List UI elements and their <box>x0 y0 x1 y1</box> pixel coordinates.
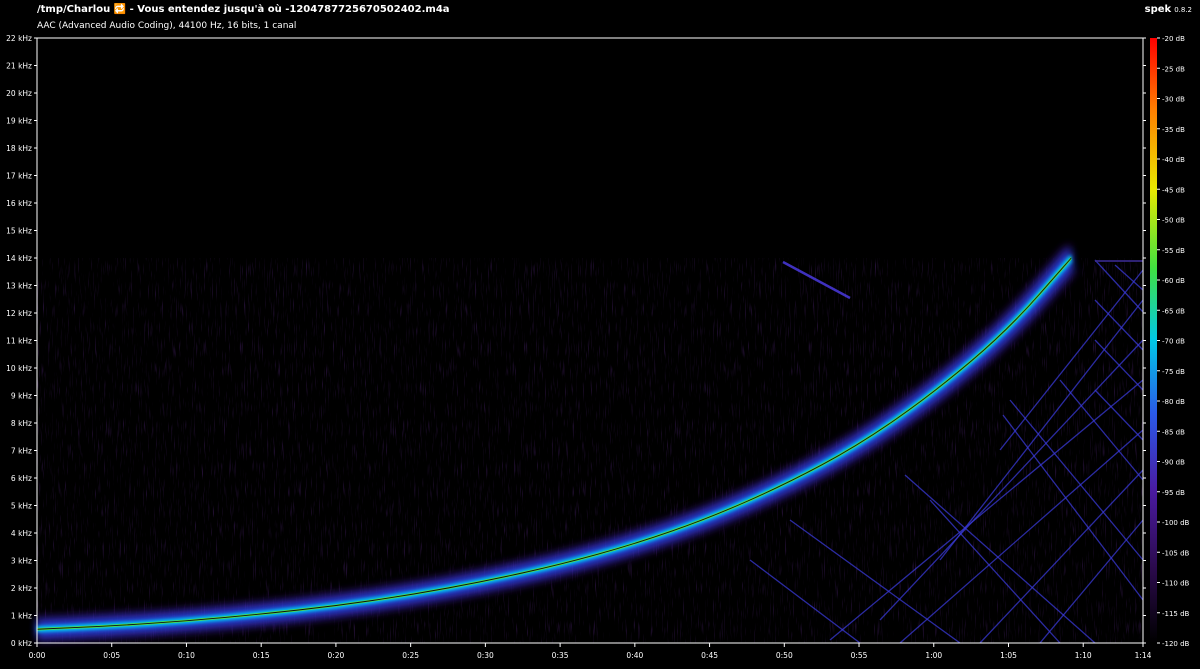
colorbar-tick-label: -75 dB <box>1162 368 1185 376</box>
x-tick-label: 1:00 <box>925 651 942 660</box>
y-tick-label: 19 kHz <box>6 117 32 126</box>
y-tick-label: 0 kHz <box>11 639 32 648</box>
colorbar-tick-label: -120 dB <box>1162 640 1190 648</box>
y-tick-label: 13 kHz <box>6 282 32 291</box>
colorbar: -20 dB -25 dB -30 dB -35 dB -40 dB -45 dB -50 … <box>1150 35 1190 648</box>
x-tick-label: 0:20 <box>327 651 344 660</box>
colorbar-tick-label: -65 dB <box>1162 307 1185 315</box>
plot-area <box>36 38 1144 644</box>
x-tick-label: 1:05 <box>1000 651 1017 660</box>
x-tick-label: 0:15 <box>253 651 270 660</box>
colorbar-tick-label: -70 dB <box>1162 338 1185 346</box>
colorbar-tick-label: -50 dB <box>1162 217 1185 225</box>
colorbar-tick-label: -85 dB <box>1162 428 1185 436</box>
y-tick-label: 14 kHz <box>6 254 32 263</box>
x-tick-label: 0:45 <box>701 651 718 660</box>
y-tick-label: 17 kHz <box>6 172 32 181</box>
colorbar-tick-label: -55 dB <box>1162 247 1185 255</box>
spectrogram: 0 kHz 1 kHz 2 kHz 3 kHz 4 kHz 5 kHz 6 kHz 7 kHz… <box>6 34 1190 660</box>
x-tick-label: 0:05 <box>103 651 120 660</box>
y-tick-label: 11 kHz <box>6 337 32 346</box>
y-tick-label: 1 kHz <box>11 612 32 621</box>
colorbar-tick-label: -100 dB <box>1162 519 1190 527</box>
x-tick-label: 1:14 <box>1135 651 1152 660</box>
colorbar-tick-label: -40 dB <box>1162 156 1185 164</box>
noise-floor <box>37 258 1143 643</box>
y-tick-label: 20 kHz <box>6 89 32 98</box>
y-tick-label: 3 kHz <box>11 557 32 566</box>
colorbar-gradient <box>1150 38 1157 643</box>
y-tick-label: 8 kHz <box>11 419 32 428</box>
colorbar-tick-label: -105 dB <box>1162 549 1190 557</box>
colorbar-tick-label: -30 dB <box>1162 96 1185 104</box>
y-tick-label: 22 kHz <box>6 34 32 43</box>
x-tick-label: 0:10 <box>178 651 195 660</box>
colorbar-tick-label: -80 dB <box>1162 398 1185 406</box>
x-tick-label: 0:55 <box>851 651 868 660</box>
colorbar-tick-label: -25 dB <box>1162 65 1185 73</box>
y-tick-label: 21 kHz <box>6 62 32 71</box>
y-tick-label: 2 kHz <box>11 584 32 593</box>
y-tick-label: 4 kHz <box>11 529 32 538</box>
y-tick-label: 5 kHz <box>11 502 32 511</box>
x-tick-label: 0:00 <box>29 651 46 660</box>
y-tick-label: 9 kHz <box>11 392 32 401</box>
colorbar-tick-label: -95 dB <box>1162 489 1185 497</box>
y-tick-label: 6 kHz <box>11 474 32 483</box>
y-tick-label: 12 kHz <box>6 309 32 318</box>
colorbar-tick-label: -45 dB <box>1162 186 1185 194</box>
colorbar-tick-label: -35 dB <box>1162 126 1185 134</box>
band-edge <box>1095 260 1143 262</box>
colorbar-tick-label: -60 dB <box>1162 277 1185 285</box>
x-tick-label: 0:50 <box>776 651 793 660</box>
colorbar-tick-label: -20 dB <box>1162 35 1185 43</box>
x-tick-label: 0:40 <box>626 651 643 660</box>
x-tick-label: 0:35 <box>552 651 569 660</box>
y-tick-label: 10 kHz <box>6 364 32 373</box>
x-tick-label: 0:30 <box>477 651 494 660</box>
colorbar-tick-label: -90 dB <box>1162 459 1185 467</box>
y-tick-label: 7 kHz <box>11 447 32 456</box>
colorbar-tick-label: -110 dB <box>1162 580 1190 588</box>
y-tick-label: 16 kHz <box>6 199 32 208</box>
colorbar-tick-label: -115 dB <box>1162 610 1190 618</box>
y-tick-label: 18 kHz <box>6 144 32 153</box>
y-tick-label: 15 kHz <box>6 227 32 236</box>
x-tick-label: 0:25 <box>402 651 419 660</box>
x-tick-label: 1:10 <box>1075 651 1092 660</box>
